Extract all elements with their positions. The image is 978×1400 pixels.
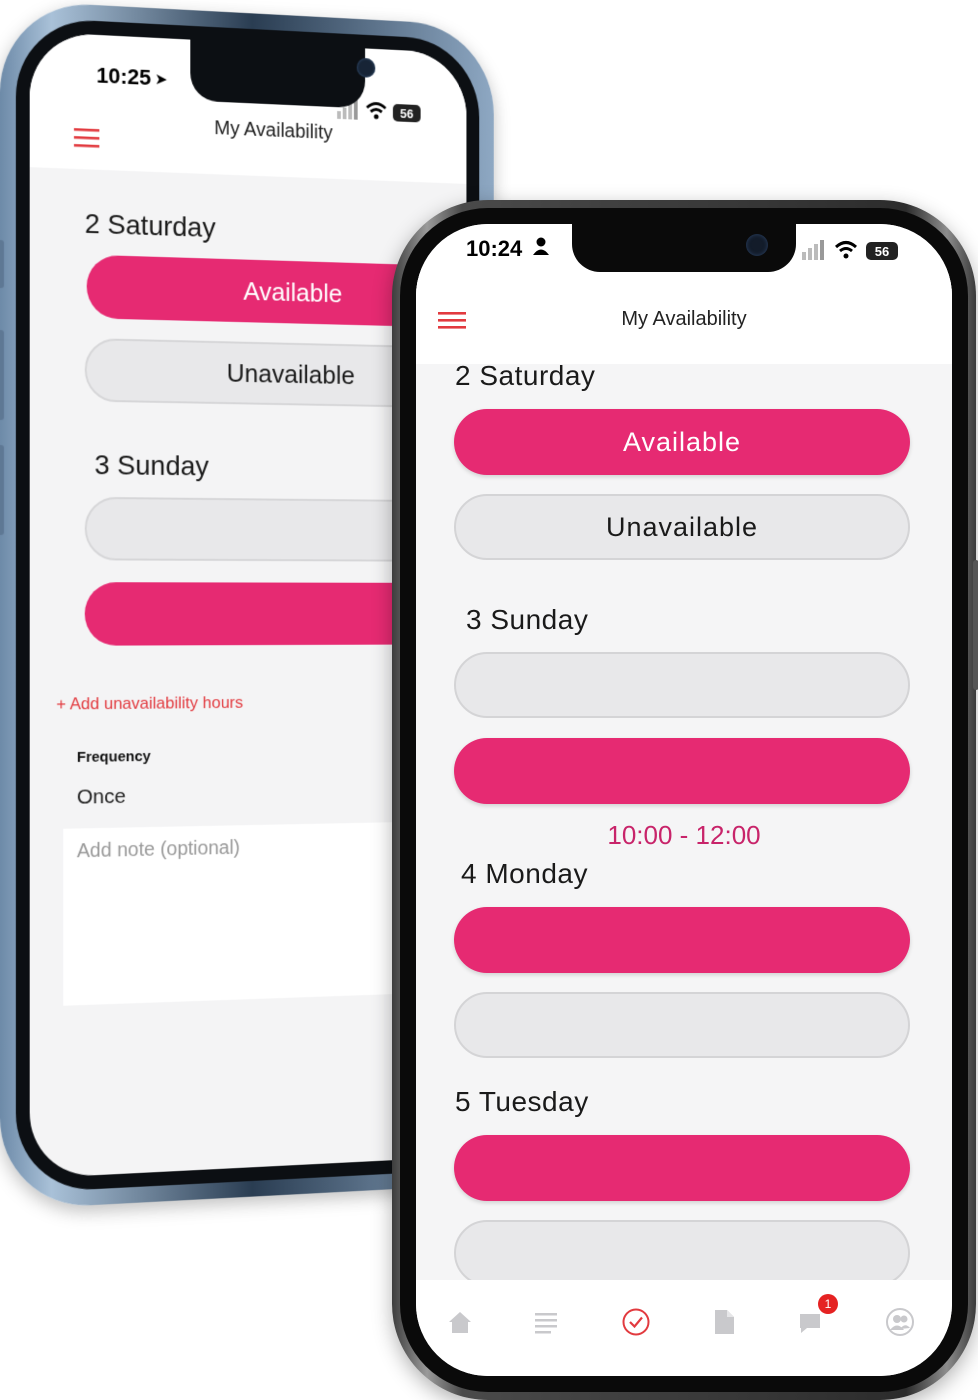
wifi-icon xyxy=(834,241,858,253)
status-icons: 56 xyxy=(802,240,898,260)
frequency-value[interactable]: Once xyxy=(77,785,126,810)
available-button[interactable] xyxy=(454,652,910,718)
unavailable-button[interactable]: Unavailable xyxy=(454,494,910,560)
add-unavailability-link[interactable]: + Add unavailability hours xyxy=(56,693,243,714)
side-button xyxy=(973,560,978,690)
day-label: 4 Monday xyxy=(461,858,588,889)
menu-icon[interactable] xyxy=(73,128,103,151)
message-badge: 1 xyxy=(818,1294,838,1314)
note-placeholder: Add note (optional) xyxy=(76,837,241,863)
list-icon xyxy=(535,1313,557,1334)
status-time: 10:24 xyxy=(466,236,523,261)
available-button[interactable]: Available xyxy=(454,409,910,475)
wifi-icon xyxy=(367,103,386,112)
volume-up-button xyxy=(0,329,4,421)
available-button[interactable] xyxy=(454,1135,910,1201)
camera-icon xyxy=(746,234,768,256)
status-time: 10:25 xyxy=(96,62,152,90)
unavailable-button[interactable] xyxy=(454,1220,910,1286)
signal-icon xyxy=(802,240,824,260)
mute-switch xyxy=(0,239,4,289)
tab-home[interactable] xyxy=(442,1304,478,1340)
tab-bar: 1 xyxy=(416,1280,952,1376)
page-title: My Availability xyxy=(621,308,747,330)
day-label: 5 Tuesday xyxy=(455,1086,589,1117)
front-phone-screen: 10:24 56 My Availability 2 Saturday Avai… xyxy=(416,224,952,1376)
notch xyxy=(190,35,376,109)
volume-down-button xyxy=(0,444,4,536)
tab-messages[interactable]: 1 xyxy=(794,1294,838,1340)
tab-documents[interactable] xyxy=(706,1304,742,1340)
tab-availability[interactable] xyxy=(618,1304,654,1340)
battery-level: 56 xyxy=(875,244,889,259)
location-arrow-icon: ➤ xyxy=(154,71,168,89)
notch xyxy=(572,224,796,272)
unavailability-hours: 10:00 - 12:00 xyxy=(607,820,761,850)
day-label: 2 Saturday xyxy=(84,207,216,243)
day-label: 2 Saturday xyxy=(455,360,596,391)
home-icon xyxy=(449,1312,471,1333)
camera-icon xyxy=(356,57,376,78)
frequency-label: Frequency xyxy=(76,748,151,766)
person-icon xyxy=(533,237,549,255)
document-icon xyxy=(715,1310,734,1334)
unavailable-button[interactable] xyxy=(454,738,910,804)
battery-level: 56 xyxy=(400,106,413,121)
day-label: 3 Sunday xyxy=(466,604,589,635)
day-label: 3 Sunday xyxy=(94,449,209,482)
available-button[interactable] xyxy=(454,907,910,973)
check-circle-icon xyxy=(622,1308,650,1336)
front-phone: 10:24 56 My Availability 2 Saturday Avai… xyxy=(392,200,978,1400)
tab-profile[interactable] xyxy=(882,1304,918,1340)
profile-icon xyxy=(886,1308,914,1336)
tab-list[interactable] xyxy=(528,1304,564,1340)
unavailable-button[interactable] xyxy=(454,992,910,1058)
